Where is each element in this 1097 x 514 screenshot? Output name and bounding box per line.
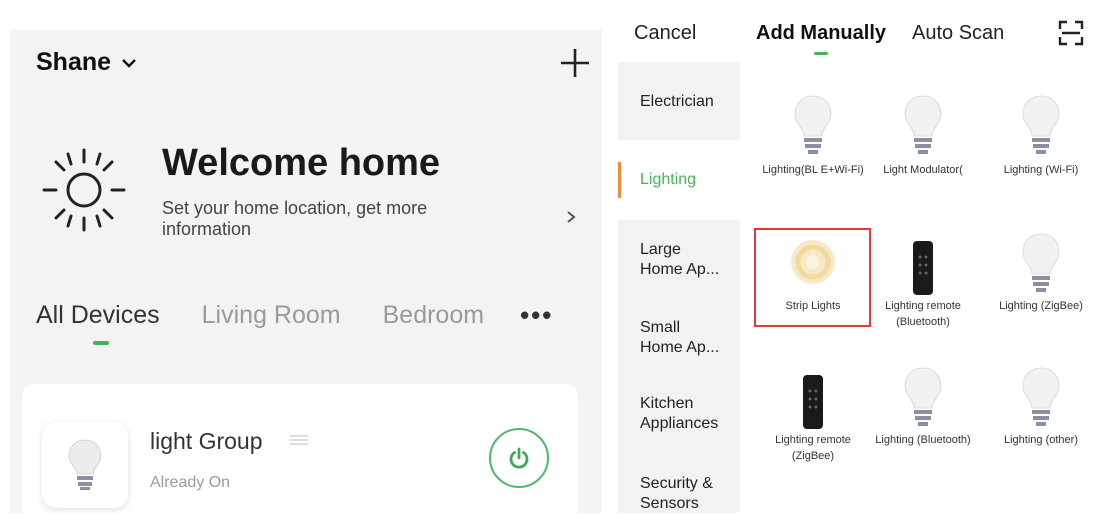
device-card[interactable]: light Group Already On — [22, 384, 578, 513]
welcome-subtitle[interactable]: Set your home location, get more informa… — [162, 198, 502, 240]
remote-icon — [803, 375, 823, 429]
bulb-icon — [794, 95, 832, 154]
power-button[interactable] — [489, 428, 549, 488]
group-icon — [290, 435, 308, 445]
category-label: Kitchen Appliances — [640, 395, 719, 432]
category-label: Small Home Ap... — [640, 319, 720, 356]
home-selector[interactable]: Shane — [36, 48, 137, 77]
device-type-grid: Lighting(BL E+Wi-Fi) Light Modulator( Li… — [740, 62, 1097, 513]
add-icon[interactable] — [558, 46, 592, 80]
tab-bedroom[interactable]: Bedroom — [383, 301, 484, 330]
category-small-home-appliances[interactable]: Small Home Ap... — [618, 300, 740, 380]
bulb-icon — [68, 439, 102, 490]
power-icon — [509, 447, 529, 469]
remote-icon — [913, 241, 933, 295]
strip-light-icon — [791, 240, 835, 284]
active-tab-indicator — [814, 52, 828, 55]
category-electrician[interactable]: Electrician — [618, 62, 740, 140]
tab-living-room[interactable]: Living Room — [202, 301, 341, 330]
chevron-right-icon[interactable] — [566, 210, 576, 224]
device-type-label: Lighting remote (Bluetooth) — [885, 300, 961, 328]
bulb-icon — [904, 367, 942, 426]
device-type-label: Strip Lights — [785, 300, 841, 312]
category-label: Security & Sensors — [640, 475, 713, 512]
scan-icon[interactable] — [1058, 20, 1084, 46]
selected-category-indicator — [618, 162, 621, 198]
chevron-down-icon — [122, 58, 136, 68]
device-name: light Group — [150, 428, 263, 454]
category-sidebar: Electrician Lighting Large Home Ap... Sm… — [618, 62, 740, 513]
more-icon[interactable]: ••• — [520, 300, 553, 331]
device-type-label: Lighting (ZigBee) — [999, 300, 1083, 312]
home-screen: Shane Welcome home Set your home locatio… — [10, 30, 602, 513]
tab-auto-scan[interactable]: Auto Scan — [912, 22, 1004, 45]
category-label: Lighting — [640, 171, 697, 188]
device-type-label: Lighting(BL E+Wi-Fi) — [762, 164, 864, 176]
category-lighting[interactable]: Lighting — [618, 140, 740, 220]
add-device-screen: Cancel Add Manually Auto Scan Electricia… — [618, 0, 1097, 513]
category-kitchen-appliances[interactable]: Kitchen Appliances — [618, 380, 740, 460]
sun-icon — [42, 148, 126, 232]
tab-all-devices[interactable]: All Devices — [36, 301, 160, 345]
bulb-icon — [1022, 233, 1060, 292]
bulb-icon — [904, 95, 942, 154]
category-security-sensors[interactable]: Security & Sensors — [618, 460, 740, 513]
welcome-title: Welcome home — [162, 142, 441, 184]
bulb-icon — [1022, 95, 1060, 154]
tab-add-manually[interactable]: Add Manually — [756, 22, 886, 45]
device-type-label: Light Modulator( — [883, 164, 963, 176]
home-name: Shane — [36, 48, 112, 76]
cancel-button[interactable]: Cancel — [634, 22, 696, 45]
device-status: Already On — [150, 474, 231, 491]
device-type-label: Lighting (Bluetooth) — [875, 434, 971, 446]
room-tabs: All Devices Living Room Bedroom ••• — [36, 300, 553, 345]
device-type-label: Lighting remote (ZigBee) — [775, 434, 851, 462]
device-type-label: Lighting (Wi-Fi) — [1003, 164, 1079, 176]
category-large-home-appliances[interactable]: Large Home Ap... — [618, 220, 740, 300]
top-bar: Cancel Add Manually Auto Scan — [618, 0, 1097, 62]
category-label: Large Home Ap... — [640, 241, 720, 278]
category-label: Electrician — [640, 93, 714, 110]
device-icon — [42, 422, 128, 508]
device-type-label: Lighting (other) — [1004, 434, 1078, 446]
bulb-icon — [1022, 367, 1060, 426]
